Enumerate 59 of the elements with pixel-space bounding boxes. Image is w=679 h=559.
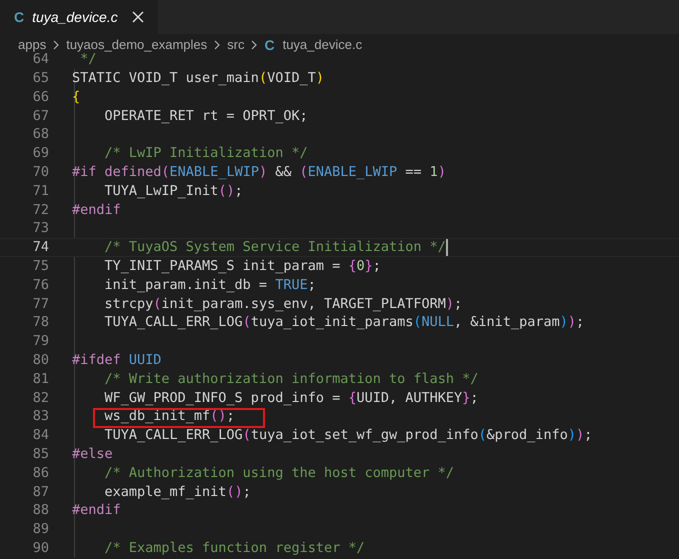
line-number: 76 [32, 276, 49, 295]
line-number: 65 [32, 69, 49, 88]
code-line: /* Examples function register */ [104, 540, 365, 556]
line-number: 75 [32, 257, 49, 276]
code-line: #ifdef UUID [72, 352, 162, 368]
line-number: 68 [32, 125, 49, 144]
breadcrumb-item[interactable]: src [227, 35, 244, 55]
line-number: 83 [32, 407, 49, 426]
breadcrumb-item[interactable]: tuya_device.c [282, 35, 362, 55]
code-line: /* LwIP Initialization */ [104, 145, 308, 162]
line-number: 86 [32, 464, 49, 483]
line-number: 77 [32, 294, 49, 314]
code-line: TUYA_CALL_ERR_LOG(tuya_iot_set_wf_gw_prod_info(&prod_info)); [104, 427, 592, 444]
code-line: #endif [72, 502, 121, 518]
code-line: TUYA_LwIP_Init(); [104, 182, 243, 199]
line-number: 66 [32, 88, 49, 107]
code-line: WF_GW_PROD_INFO_S prod_info = {UUID, AUTHKEY}; [104, 390, 478, 406]
c-file-icon: C [264, 34, 275, 56]
line-number: 80 [32, 351, 49, 370]
line-number: 73 [32, 219, 49, 238]
line-number: 90 [32, 539, 49, 558]
line-number: 69 [32, 144, 49, 164]
chevron-right-icon [250, 40, 258, 50]
line-number: 82 [32, 388, 49, 408]
code-line: /* TuyaOS System Service Initialization */ [104, 239, 448, 256]
code-line: #else [72, 446, 113, 462]
code-line: /* Authorization using the host computer */ [104, 464, 454, 481]
code-line: init_param.init_db = TRUE; [104, 276, 316, 293]
line-number: 79 [32, 332, 49, 352]
code-line: example_mf_init(); [104, 484, 251, 500]
code-line: TY_INIT_PARAMS_S init_param = {0}; [104, 258, 381, 274]
code-line: #endif [72, 202, 121, 218]
editor-tab[interactable]: C tuya_device.c [0, 0, 158, 34]
line-number: 87 [32, 482, 49, 502]
code-line: OPERATE_RET rt = OPRT_OK; [104, 108, 308, 124]
line-number: 64 [32, 51, 49, 70]
chevron-right-icon [213, 40, 222, 50]
line-number: 78 [32, 313, 49, 332]
line-number: 89 [32, 520, 49, 540]
line-number: 72 [32, 200, 49, 220]
code-line: STATIC VOID_T user_main(VOID_T) [72, 70, 324, 86]
line-number: 88 [32, 501, 49, 520]
code-line: TUYA_CALL_ERR_LOG(tuya_iot_init_params(NULL, &init_param)); [104, 314, 584, 330]
code-line: strcpy(init_param.sys_env, TARGET_PLATFORM); [104, 296, 462, 312]
line-number: 85 [32, 445, 49, 464]
code-line: ws_db_init_mf(); [104, 408, 235, 424]
line-number: 67 [32, 106, 49, 126]
chevron-right-icon [52, 40, 60, 50]
line-number: 74 [32, 238, 49, 258]
line-number: 70 [32, 163, 49, 182]
code-line: /* Write authorization information to flash */ [104, 370, 478, 387]
code-line: */ [80, 51, 96, 68]
line-number: 81 [32, 370, 49, 389]
line-number: 71 [32, 182, 49, 201]
close-icon[interactable] [132, 11, 144, 23]
line-number: 84 [32, 426, 49, 446]
code-line: { [72, 88, 80, 105]
code-line: #if defined(ENABLE_LWIP) && (ENABLE_LWIP == 1) [72, 164, 446, 180]
c-file-icon: C [14, 6, 24, 28]
